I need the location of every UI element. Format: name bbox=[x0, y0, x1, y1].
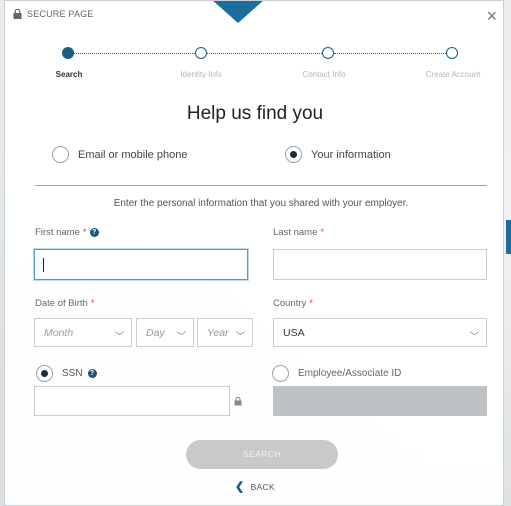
dob-day-select[interactable]: Day ⌵ bbox=[136, 318, 194, 347]
first-name-input[interactable] bbox=[34, 249, 248, 280]
step-label-contact-info: Contact Info bbox=[302, 70, 346, 79]
country-select[interactable]: USA ⌵ bbox=[273, 318, 487, 347]
country-label: Country * bbox=[273, 298, 313, 309]
chevron-down-icon: ⌵ bbox=[469, 327, 480, 337]
email-phone-label: Email or mobile phone bbox=[78, 148, 188, 161]
section-divider bbox=[35, 185, 487, 186]
instructions-text: Enter the personal information that you … bbox=[113, 198, 409, 209]
page-title: Help us find you bbox=[186, 103, 324, 124]
step-dot-search bbox=[62, 47, 74, 59]
secure-page-header: SECURE PAGE bbox=[13, 9, 94, 19]
search-button[interactable]: SEARCH bbox=[186, 440, 338, 469]
ssn-label: SSN bbox=[62, 368, 83, 379]
email-phone-option[interactable]: Email or mobile phone bbox=[52, 146, 187, 163]
first-name-label: First name * ? bbox=[35, 227, 99, 238]
ssn-radio[interactable] bbox=[36, 365, 53, 382]
last-name-input[interactable] bbox=[273, 249, 487, 280]
employee-id-radio[interactable] bbox=[272, 365, 289, 382]
required-mark: * bbox=[90, 298, 95, 309]
lock-icon bbox=[234, 397, 242, 406]
chevron-down-icon: ⌵ bbox=[176, 327, 187, 337]
back-label: BACK bbox=[250, 482, 275, 492]
step-dot-create-account bbox=[446, 47, 458, 59]
secure-page-label: SECURE PAGE bbox=[27, 9, 94, 19]
callout-arrow bbox=[211, 1, 265, 23]
your-information-option[interactable]: Your information bbox=[285, 146, 391, 163]
text-caret bbox=[43, 258, 44, 272]
progress-stepper: Search Identity Info Contact Info Create… bbox=[5, 41, 503, 81]
step-dot-identity-info bbox=[195, 47, 207, 59]
dob-month-select[interactable]: Month ⌵ bbox=[34, 318, 132, 347]
employee-id-label: Employee/Associate ID bbox=[298, 368, 402, 379]
lock-icon bbox=[13, 9, 22, 19]
signup-modal: SECURE PAGE × Search Identity Info Conta… bbox=[4, 0, 504, 506]
required-mark: * bbox=[82, 227, 87, 238]
step-label-create-account: Create Account bbox=[425, 70, 481, 79]
ssn-option[interactable]: SSN ? bbox=[36, 365, 97, 382]
dob-label: Date of Birth * bbox=[35, 298, 95, 309]
required-mark: * bbox=[320, 227, 325, 238]
help-icon[interactable]: ? bbox=[87, 369, 97, 378]
dob-year-select[interactable]: Year ⌵ bbox=[197, 318, 253, 347]
step-label-search: Search bbox=[55, 70, 83, 79]
close-icon[interactable]: × bbox=[486, 7, 497, 25]
chevron-down-icon: ⌵ bbox=[235, 327, 246, 337]
email-phone-radio[interactable] bbox=[52, 146, 69, 163]
step-connector bbox=[207, 53, 328, 54]
your-information-radio[interactable] bbox=[285, 146, 302, 163]
required-mark: * bbox=[309, 298, 313, 309]
help-icon[interactable]: ? bbox=[89, 228, 99, 237]
back-link[interactable]: ❮ BACK bbox=[5, 480, 503, 493]
step-connector bbox=[334, 53, 458, 54]
employee-id-input bbox=[273, 386, 487, 416]
step-dot-contact-info bbox=[322, 47, 334, 59]
side-accent-bar bbox=[506, 220, 511, 254]
employee-id-option[interactable]: Employee/Associate ID bbox=[272, 365, 401, 382]
chevron-left-icon: ❮ bbox=[235, 481, 245, 493]
ssn-input[interactable] bbox=[34, 386, 230, 416]
step-connector bbox=[68, 53, 201, 54]
chevron-down-icon: ⌵ bbox=[114, 327, 125, 337]
step-label-identity-info: Identity Info bbox=[180, 70, 222, 79]
your-information-label: Your information bbox=[311, 148, 391, 161]
last-name-label: Last name * bbox=[273, 227, 325, 238]
